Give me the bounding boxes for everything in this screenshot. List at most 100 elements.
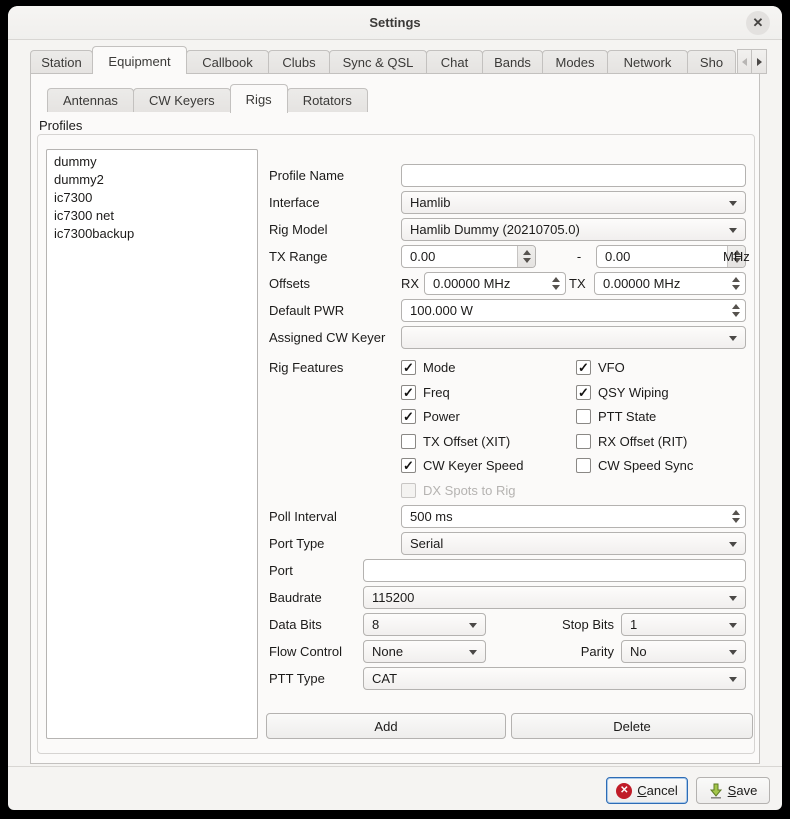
spin-buttons[interactable]: [727, 506, 745, 527]
tab-modes[interactable]: Modes: [542, 50, 608, 74]
tab-network[interactable]: Network: [607, 50, 688, 74]
chevron-down-icon: [729, 677, 737, 682]
tab-scroll-left-button[interactable]: [737, 49, 752, 74]
chevron-down-icon: [729, 596, 737, 601]
checkbox-mode[interactable]: ✓ Mode: [401, 358, 456, 376]
tx-range-from-spinbox[interactable]: 0.00: [401, 245, 536, 268]
poll-interval-value: 500 ms: [410, 509, 453, 524]
tx-offset-spinbox[interactable]: 0.00000 MHz: [594, 272, 746, 295]
checkbox-rx-offset-rit-[interactable]: RX Offset (RIT): [576, 432, 687, 450]
rig-features-label: Rig Features: [269, 360, 344, 375]
list-item[interactable]: ic7300 net: [47, 207, 257, 225]
checkbox-label: Mode: [423, 359, 456, 375]
cancel-button[interactable]: ✕ Cancel: [606, 777, 688, 804]
profile-name-input[interactable]: [401, 164, 746, 187]
tab-sync-qsl[interactable]: Sync & QSL: [329, 50, 427, 74]
stop-bits-select[interactable]: 1: [621, 613, 746, 636]
checkbox-cw-speed-sync[interactable]: CW Speed Sync: [576, 456, 693, 474]
sub-tab-bar: Antennas CW Keyers Rigs Rotators: [47, 84, 368, 113]
spin-buttons[interactable]: [547, 273, 565, 294]
profiles-list[interactable]: dummy dummy2 ic7300 ic7300 net ic7300backup: [46, 149, 258, 739]
checkbox-qsy-wiping[interactable]: ✓ QSY Wiping: [576, 383, 669, 401]
port-type-label: Port Type: [269, 536, 325, 551]
tab-callbook[interactable]: Callbook: [186, 50, 269, 74]
add-button[interactable]: Add: [266, 713, 506, 739]
checkbox-ptt-state[interactable]: PTT State: [576, 407, 656, 425]
checkbox-unchecked-icon[interactable]: [576, 433, 591, 449]
spin-down-icon: [732, 285, 740, 290]
rig-model-select[interactable]: Hamlib Dummy (20210705.0): [401, 218, 746, 241]
spin-up-icon: [522, 250, 531, 255]
checkbox-checked-icon[interactable]: ✓: [401, 408, 416, 424]
checkbox-tx-offset-xit-[interactable]: TX Offset (XIT): [401, 432, 510, 450]
list-item[interactable]: dummy2: [47, 171, 257, 189]
rig-model-value: Hamlib Dummy (20210705.0): [410, 222, 580, 237]
parity-select[interactable]: No: [621, 640, 746, 663]
data-bits-select[interactable]: 8: [363, 613, 486, 636]
flow-control-label: Flow Control: [269, 644, 342, 659]
spin-buttons[interactable]: [727, 300, 745, 321]
checkbox-checked-icon[interactable]: ✓: [576, 359, 591, 375]
tab-station[interactable]: Station: [30, 50, 93, 74]
port-type-select[interactable]: Serial: [401, 532, 746, 555]
offsets-label: Offsets: [269, 276, 310, 291]
tab-equipment[interactable]: Equipment: [92, 46, 187, 74]
subtab-rotators[interactable]: Rotators: [286, 88, 368, 112]
poll-interval-spinbox[interactable]: 500 ms: [401, 505, 746, 528]
subtab-antennas[interactable]: Antennas: [47, 88, 134, 112]
checkbox-unchecked-icon[interactable]: [576, 457, 591, 473]
parity-label: Parity: [580, 644, 614, 659]
ptt-type-select[interactable]: CAT: [363, 667, 746, 690]
checkbox-checked-icon[interactable]: ✓: [401, 359, 416, 375]
checkbox-cw-keyer-speed[interactable]: ✓ CW Keyer Speed: [401, 456, 523, 474]
checkbox-freq[interactable]: ✓ Freq: [401, 383, 450, 401]
subtab-rigs[interactable]: Rigs: [229, 84, 288, 113]
list-item[interactable]: ic7300: [47, 189, 257, 207]
tx-range-to-value: 0.00: [605, 249, 631, 264]
close-icon[interactable]: ✕: [746, 11, 770, 35]
tab-bands[interactable]: Bands: [482, 50, 543, 74]
tx-range-unit-label: MHz: [723, 249, 750, 264]
interface-select[interactable]: Hamlib: [401, 191, 746, 214]
list-item[interactable]: ic7300backup: [47, 225, 257, 243]
checkbox-checked-icon[interactable]: ✓: [576, 384, 591, 400]
subtab-cw-keyers[interactable]: CW Keyers: [132, 88, 231, 112]
save-button-label: Save: [727, 783, 758, 798]
default-pwr-spinbox[interactable]: 100.000 W: [401, 299, 746, 322]
spin-up-icon: [552, 277, 560, 282]
spin-down-icon: [732, 518, 740, 523]
port-input[interactable]: [363, 559, 746, 582]
offsets-tx-label: TX: [569, 276, 586, 291]
checkbox-vfo[interactable]: ✓ VFO: [576, 358, 625, 376]
poll-interval-label: Poll Interval: [269, 509, 337, 524]
title-bar[interactable]: Settings ✕: [8, 6, 782, 40]
tab-sho[interactable]: Sho: [687, 50, 736, 74]
stop-bits-value: 1: [630, 617, 638, 632]
tab-scrollers: [737, 49, 767, 74]
spin-buttons[interactable]: [517, 246, 535, 267]
flow-control-select[interactable]: None: [363, 640, 486, 663]
save-icon: [709, 783, 722, 799]
spin-buttons[interactable]: [727, 273, 745, 294]
tx-range-separator: -: [576, 249, 582, 264]
baudrate-select[interactable]: 115200: [363, 586, 746, 609]
footer-separator: [8, 766, 782, 767]
save-button[interactable]: Save: [696, 777, 770, 804]
rx-offset-value: 0.00000 MHz: [433, 276, 511, 291]
assigned-cw-keyer-select[interactable]: [401, 326, 746, 349]
checkbox-unchecked-icon[interactable]: [401, 433, 416, 449]
tab-chat[interactable]: Chat: [426, 50, 483, 74]
tab-clubs[interactable]: Clubs: [268, 50, 330, 74]
tab-scroll-right-button[interactable]: [752, 49, 767, 74]
delete-button[interactable]: Delete: [511, 713, 753, 739]
parity-value: No: [630, 644, 647, 659]
cancel-button-label: Cancel: [637, 783, 678, 798]
checkbox-checked-icon[interactable]: ✓: [401, 457, 416, 473]
checkbox-unchecked-icon[interactable]: [576, 408, 591, 424]
list-item[interactable]: dummy: [47, 153, 257, 171]
chevron-down-icon: [469, 650, 477, 655]
checkbox-label: QSY Wiping: [598, 384, 669, 400]
rx-offset-spinbox[interactable]: 0.00000 MHz: [424, 272, 566, 295]
checkbox-power[interactable]: ✓ Power: [401, 407, 460, 425]
checkbox-checked-icon[interactable]: ✓: [401, 384, 416, 400]
